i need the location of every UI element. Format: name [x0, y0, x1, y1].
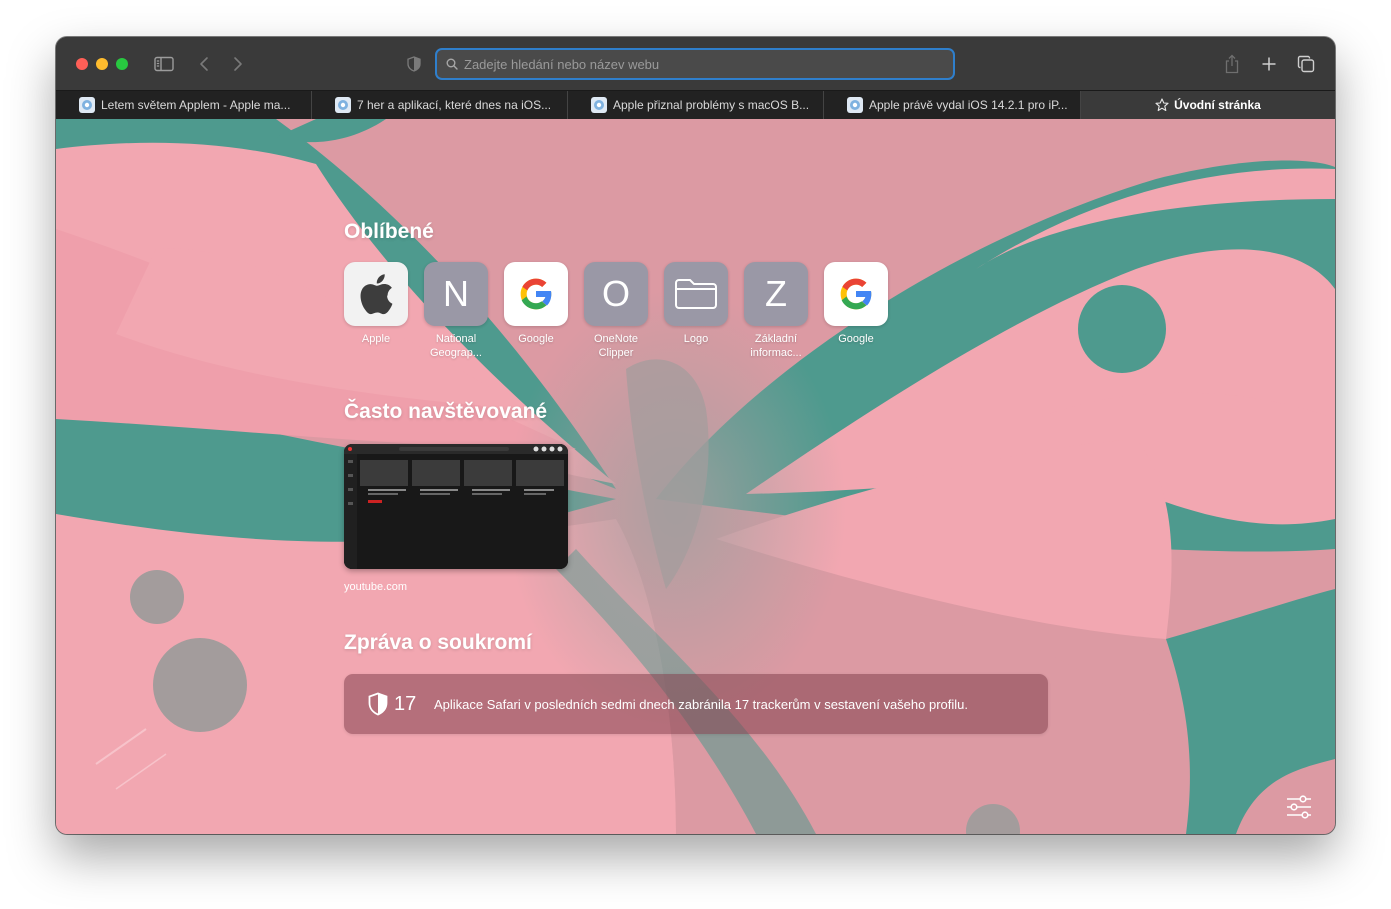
share-icon [1225, 54, 1239, 74]
favorite-tile[interactable]: O [584, 262, 648, 326]
youtube-page-preview [344, 444, 568, 569]
site-favicon-icon [847, 97, 863, 113]
tab-7-her-a-aplikaci[interactable]: 7 her a aplikací, které dnes na iOS... [312, 91, 568, 119]
tab-title: Apple právě vydal iOS 14.2.1 pro iP... [869, 98, 1068, 112]
favorite-apple[interactable]: Apple [344, 262, 408, 346]
chevron-left-icon [200, 57, 208, 71]
frequently-visited-thumbnail[interactable] [344, 444, 568, 569]
address-bar[interactable] [435, 48, 955, 80]
favorite-tile[interactable] [344, 262, 408, 326]
shield-icon [368, 692, 388, 716]
site-favicon-icon [335, 97, 351, 113]
shield-icon [407, 56, 421, 72]
site-favicon-icon [591, 97, 607, 113]
start-page: Oblíbené Apple N National Geograp... Goo… [56, 119, 1335, 834]
site-favicon-icon [79, 97, 95, 113]
tab-apple-priznal-problemy[interactable]: Apple přiznal problémy s macOS B... [568, 91, 824, 119]
favorite-tile[interactable]: N [424, 262, 488, 326]
search-input[interactable] [464, 52, 953, 76]
minimize-window-button[interactable] [96, 58, 108, 70]
sidebar-toggle-button[interactable] [153, 51, 175, 77]
star-icon [1155, 98, 1169, 112]
favorite-logo-folder[interactable]: Logo [664, 262, 728, 346]
favorite-tile[interactable] [664, 262, 728, 326]
favorite-zakladni-informace[interactable]: Z Základní informac... [744, 262, 808, 360]
sliders-icon [1287, 795, 1311, 819]
tab-title: Apple přiznal problémy s macOS B... [613, 98, 810, 112]
tab-overview-button[interactable] [1296, 51, 1316, 77]
tab-start-page[interactable]: Úvodní stránka [1081, 91, 1335, 119]
tracker-count: 17 [394, 692, 417, 715]
privacy-report-button[interactable] [405, 51, 423, 77]
favorite-label: National Geograp... [430, 333, 482, 359]
favorite-label: OneNote Clipper [593, 333, 639, 359]
google-logo-icon [840, 278, 873, 310]
favorite-tile[interactable] [824, 262, 888, 326]
new-tab-button[interactable] [1260, 51, 1278, 77]
favorite-label: Google [518, 333, 554, 345]
frequently-visited-label[interactable]: youtube.com [344, 581, 407, 593]
chevron-right-icon [234, 57, 242, 71]
favorite-letter: Z [765, 273, 787, 314]
start-page-settings-button[interactable] [1285, 795, 1313, 819]
favorite-letter: O [601, 273, 630, 314]
apple-logo-icon [360, 274, 393, 315]
tab-letem-svetem-applem[interactable]: Letem světem Applem - Apple ma... [56, 91, 312, 119]
favorite-label: Základní informac... [750, 333, 802, 359]
google-logo-icon [520, 278, 553, 310]
close-window-button[interactable] [76, 58, 88, 70]
share-button[interactable] [1223, 51, 1241, 77]
privacy-report-card[interactable]: 17 Aplikace Safari v posledních sedmi dn… [344, 674, 1048, 734]
tab-title: 7 her a aplikací, které dnes na iOS... [357, 98, 552, 112]
frequently-visited-title: Často navštěvované [344, 400, 548, 423]
favorite-google-2[interactable]: Google [824, 262, 888, 346]
safari-window: Letem světem Applem - Apple ma... 7 her … [56, 37, 1335, 834]
favorite-tile[interactable] [504, 262, 568, 326]
tab-bar: Letem světem Applem - Apple ma... 7 her … [56, 90, 1335, 119]
tab-title: Úvodní stránka [1174, 98, 1261, 112]
sidebar-icon [154, 56, 174, 72]
toolbar [56, 37, 1335, 90]
favorite-label: Apple [361, 333, 391, 345]
zoom-window-button[interactable] [116, 58, 128, 70]
folder-icon [675, 279, 717, 309]
favorite-tile[interactable]: Z [744, 262, 808, 326]
back-button[interactable] [196, 51, 212, 77]
favorite-letter: N [443, 273, 469, 314]
tab-title: Letem světem Applem - Apple ma... [101, 98, 291, 112]
favorites-title: Oblíbené [344, 220, 434, 243]
favorite-onenote-clipper[interactable]: O OneNote Clipper [584, 262, 648, 360]
plus-icon [1262, 57, 1276, 71]
tab-apple-prave-vydal[interactable]: Apple právě vydal iOS 14.2.1 pro iP... [824, 91, 1081, 119]
favorite-google[interactable]: Google [504, 262, 568, 346]
search-icon [446, 58, 458, 70]
favorite-label: Logo [683, 333, 709, 345]
forward-button[interactable] [230, 51, 246, 77]
privacy-report-title: Zpráva o soukromí [344, 631, 532, 654]
favorite-national-geographic[interactable]: N National Geograp... [424, 262, 488, 360]
privacy-report-message: Aplikace Safari v posledních sedmi dnech… [434, 696, 969, 712]
tab-overview-icon [1297, 55, 1315, 73]
favorite-label: Google [838, 333, 874, 345]
